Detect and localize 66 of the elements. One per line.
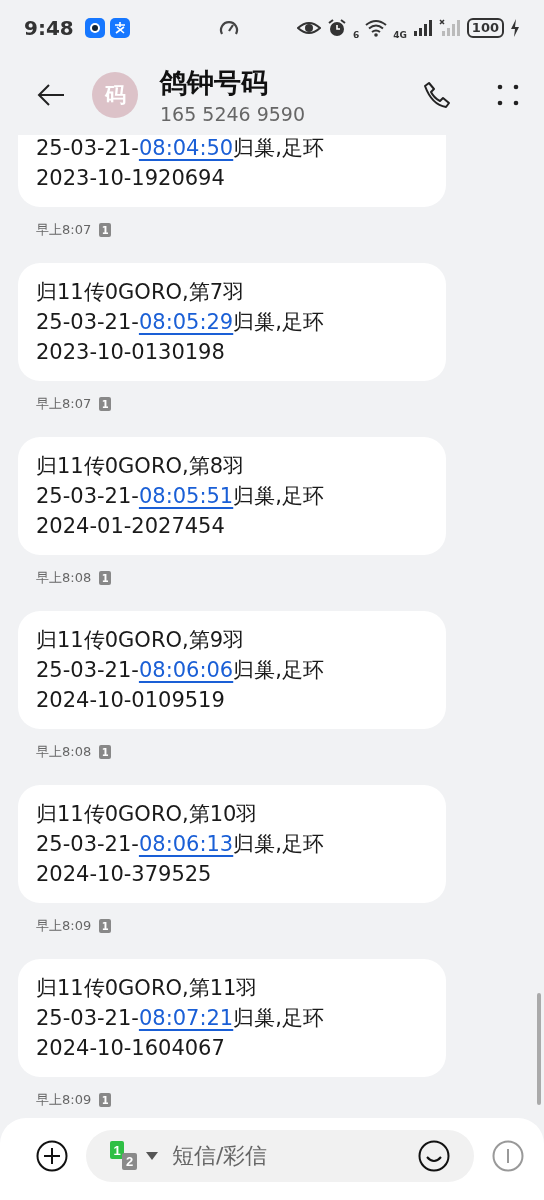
add-icon [36,1140,68,1172]
caret-icon [146,1152,158,1160]
eye-icon [296,19,321,36]
emoji-icon [418,1140,450,1172]
time-link[interactable]: 08:07:21 [138,1006,234,1030]
message-text: 25-03-21-08:05:51归巢,足环 [36,483,325,510]
sim-badge: 1 [99,919,112,933]
charging-icon [510,18,520,37]
message-text: 25-03-21-08:04:50归巢,足环 [36,135,325,162]
wifi-icon [365,18,388,37]
sim-badge: 1 [99,745,112,759]
time-link[interactable]: 08:06:13 [138,832,234,856]
message-text: 2023-10-1920694 [36,165,226,192]
wifi-label: 6 [352,29,360,40]
signal-icon [412,18,433,37]
phone-icon [422,80,452,110]
add-button[interactable] [36,1140,68,1172]
contact-name: 鸽钟号码 [160,66,269,100]
app-icon [84,17,105,38]
alarm-icon [326,17,347,38]
more-button[interactable] [496,83,520,107]
time-link[interactable]: 08:06:06 [138,658,234,682]
call-button[interactable] [422,80,452,110]
message-text: 归11传0GORO,第10羽 [36,801,259,828]
phone-number: 165 5246 9590 [160,103,307,125]
message-text: 归11传0GORO,第7羽 [36,279,246,306]
message-text: 2024-10-379525 [36,861,213,888]
message-text: 归11传0GORO,第8羽 [36,453,246,480]
message-text: 25-03-21-08:07:21归巢,足环 [36,1005,325,1032]
voice-icon [492,1140,524,1172]
message-time: 早上8:07 [36,221,92,239]
message-time: 早上8:07 [36,395,92,413]
message-text: 归11传0GORO,第11羽 [36,975,259,1002]
message-input-field[interactable]: 1 2 短信/彩信 [86,1130,474,1182]
message-text: 25-03-21-08:06:13归巢,足环 [36,831,325,858]
emoji-button[interactable] [418,1140,450,1172]
back-arrow-icon [36,83,66,107]
message-text: 2024-10-0109519 [36,687,226,714]
more-icon [496,83,520,107]
app-icon [109,17,130,38]
contact-avatar: 码 [92,72,138,118]
message-text: 2023-10-0130198 [36,339,226,366]
battery-level: 100 [466,17,504,38]
time-link[interactable]: 08:05:51 [138,484,234,508]
voice-button[interactable] [492,1140,524,1172]
clock-time: 9:48 [24,15,74,40]
no-signal-icon [438,18,461,37]
sim-badge: 1 [99,571,112,585]
message-text: 25-03-21-08:06:06归巢,足环 [36,657,325,684]
sim-switch-button[interactable]: 1 2 [110,1141,158,1171]
message-time: 早上8:08 [36,569,92,587]
time-link[interactable]: 08:05:29 [138,310,234,334]
back-button[interactable] [36,83,66,107]
message-text: 25-03-21-08:05:29归巢,足环 [36,309,325,336]
sim-badge: 1 [99,1093,112,1107]
scrollbar[interactable] [537,993,541,1105]
message-text: 归11传0GORO,第9羽 [36,627,246,654]
message-time: 早上8:09 [36,917,92,935]
time-link[interactable]: 08:04:50 [138,136,234,160]
network-label: 4G [393,29,407,40]
message-text: 2024-10-1604067 [36,1035,226,1062]
message-time: 早上8:08 [36,743,92,761]
message-time: 早上8:09 [36,1091,92,1109]
sim-badge: 1 [99,223,112,237]
sim-badge: 1 [99,397,112,411]
message-text: 2024-01-2027454 [36,513,226,540]
